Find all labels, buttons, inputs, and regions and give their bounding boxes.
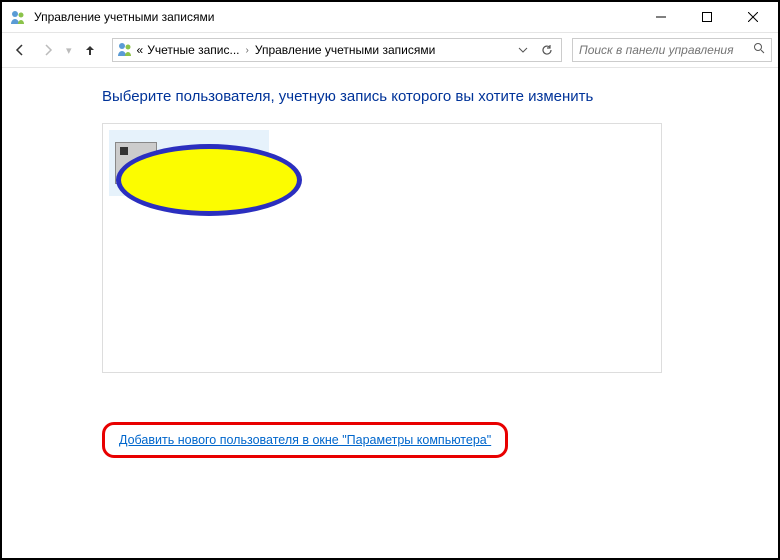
- refresh-button[interactable]: [537, 40, 557, 60]
- breadcrumb-1[interactable]: Учетные запис...: [147, 43, 239, 57]
- user-tile[interactable]: [109, 130, 269, 196]
- search-icon[interactable]: [753, 41, 765, 59]
- page-heading: Выберите пользователя, учетную запись ко…: [102, 88, 738, 105]
- add-user-link[interactable]: Добавить нового пользователя в окне "Пар…: [119, 433, 491, 447]
- titlebar: Управление учетными записями: [2, 2, 778, 32]
- maximize-button[interactable]: [684, 2, 730, 32]
- user-list-box: [102, 123, 662, 373]
- chevron-right-icon[interactable]: ›: [246, 45, 249, 56]
- close-button[interactable]: [730, 2, 776, 32]
- avatar-icon: [115, 142, 157, 184]
- forward-button[interactable]: [36, 38, 60, 62]
- window-title: Управление учетными записями: [34, 10, 638, 24]
- add-user-row: Добавить нового пользователя в окне "Пар…: [102, 422, 508, 458]
- search-box[interactable]: [572, 38, 772, 62]
- back-button[interactable]: [8, 38, 32, 62]
- content-area: Выберите пользователя, учетную запись ко…: [2, 68, 778, 558]
- minimize-button[interactable]: [638, 2, 684, 32]
- window-root: Управление учетными записями ▾ « Учетные…: [2, 2, 778, 558]
- search-input[interactable]: [579, 43, 753, 57]
- history-chevron-icon[interactable]: ▾: [66, 44, 72, 57]
- breadcrumb-prefix: «: [137, 43, 144, 57]
- user-accounts-icon: [10, 9, 26, 25]
- highlight-marker: Добавить нового пользователя в окне "Пар…: [102, 422, 508, 458]
- navbar: ▾ « Учетные запис... › Управление учетны…: [2, 32, 778, 68]
- addressbar-icon: [117, 41, 133, 60]
- breadcrumb-2[interactable]: Управление учетными записями: [255, 43, 435, 57]
- address-bar[interactable]: « Учетные запис... › Управление учетными…: [112, 38, 562, 62]
- address-dropdown-button[interactable]: [513, 40, 533, 60]
- up-button[interactable]: [78, 38, 102, 62]
